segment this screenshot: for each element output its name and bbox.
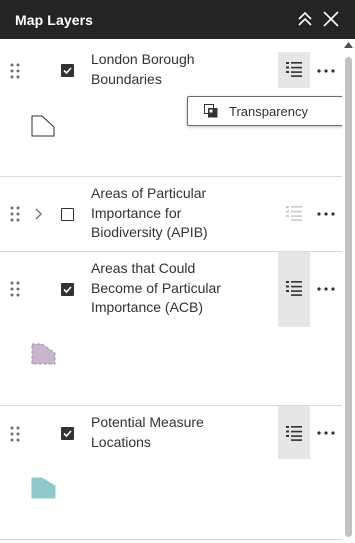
drag-handle-icon[interactable] [9, 281, 21, 297]
scrollbar[interactable] [342, 39, 355, 543]
legend-button[interactable] [278, 406, 310, 459]
scrollbar-thumb[interactable] [345, 57, 352, 537]
close-icon [323, 11, 339, 27]
legend-list-icon [286, 62, 302, 77]
layer-row[interactable]: Potential Measure Locations [0, 406, 342, 540]
more-options-icon[interactable] [316, 64, 336, 78]
legend-button[interactable] [278, 252, 310, 327]
layer-visibility-checkbox[interactable] [61, 283, 74, 296]
layer-label[interactable]: Areas of Particular Importance for Biodi… [91, 184, 231, 243]
checkmark-icon [63, 67, 72, 75]
collapse-up-icon [298, 11, 312, 26]
layer-row[interactable]: Areas that Could Become of Particular Im… [0, 252, 342, 406]
panel-title: Map Layers [15, 11, 94, 28]
legend-list-icon [286, 281, 302, 296]
legend-list-icon [286, 426, 302, 441]
legend-swatch-filled-polygon [31, 477, 56, 499]
layer-visibility-checkbox[interactable] [61, 64, 74, 77]
layer-list: London Borough Boundaries Transparency A… [0, 39, 355, 543]
layer-label[interactable]: Areas that Could Become of Particular Im… [91, 259, 231, 318]
layer-row[interactable]: Areas of Particular Importance for Biodi… [0, 177, 342, 252]
layer-visibility-checkbox[interactable] [61, 208, 74, 221]
checkmark-icon [63, 286, 72, 294]
drag-handle-icon[interactable] [9, 63, 21, 79]
drag-handle-icon[interactable] [9, 206, 21, 222]
more-options-icon[interactable] [316, 426, 336, 440]
legend-button[interactable] [278, 52, 310, 88]
layer-visibility-checkbox[interactable] [61, 427, 74, 440]
scroll-up-arrow-icon[interactable] [344, 42, 353, 48]
transparency-icon [204, 104, 218, 118]
legend-list-icon [286, 206, 302, 221]
legend-swatch-outline-polygon [31, 115, 55, 137]
drag-handle-icon[interactable] [9, 426, 21, 442]
layer-label[interactable]: London Borough Boundaries [91, 50, 221, 89]
collapse-button[interactable] [294, 8, 316, 30]
more-options-icon[interactable] [316, 282, 336, 296]
transparency-menu-item[interactable]: Transparency [229, 104, 308, 119]
panel-header: Map Layers [0, 0, 355, 39]
transparency-menu[interactable]: Transparency [187, 96, 355, 126]
legend-button [278, 206, 310, 222]
chevron-right-icon[interactable] [33, 208, 43, 220]
legend-swatch-dashed-polygon [31, 343, 56, 365]
close-button[interactable] [320, 8, 342, 30]
layer-label[interactable]: Potential Measure Locations [91, 413, 221, 452]
more-options-icon[interactable] [316, 207, 336, 221]
checkmark-icon [63, 430, 72, 438]
